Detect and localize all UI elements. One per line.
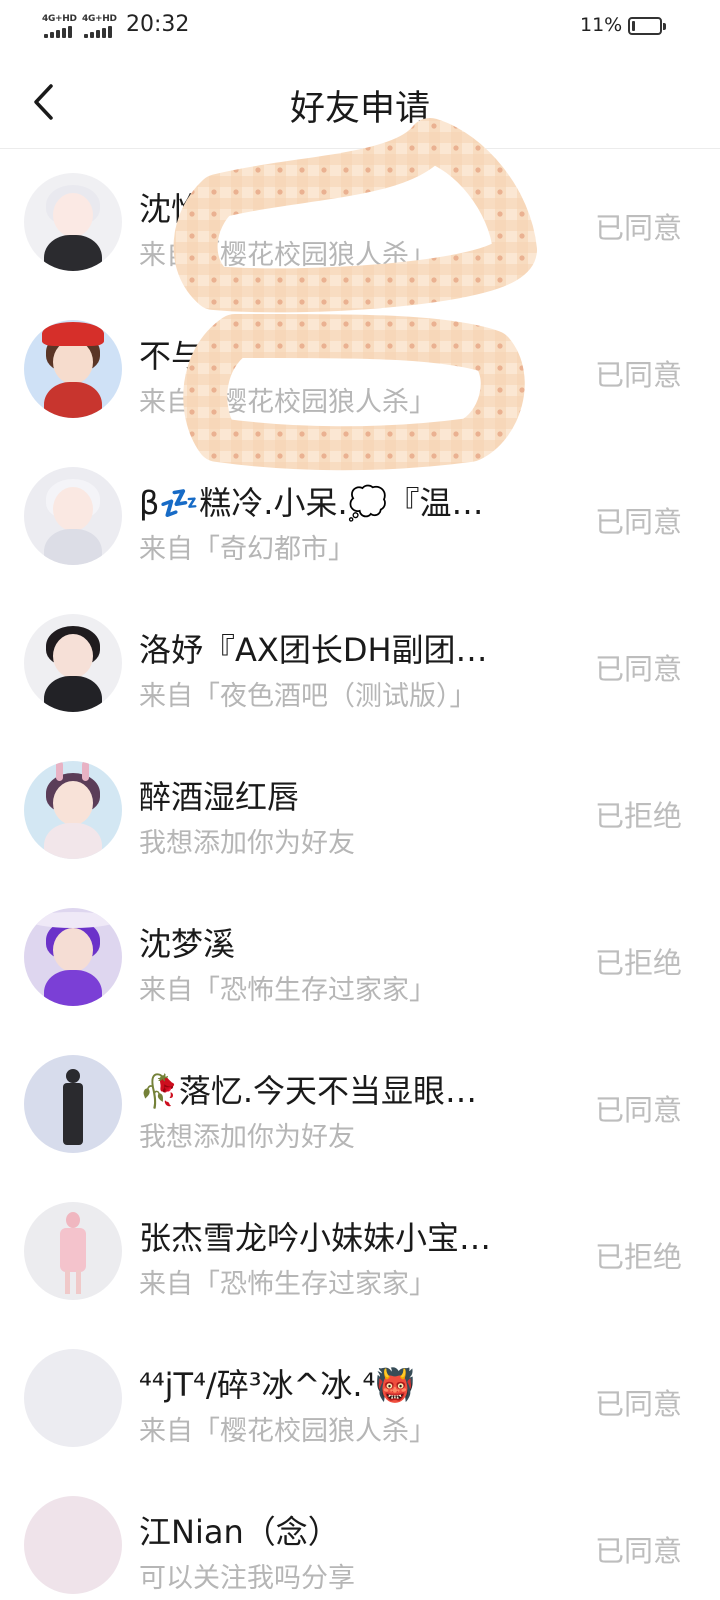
requester-name: β💤糕冷.小呆.💭『温… [139,484,484,522]
signal-strength-icon: 4G+HD [42,14,77,38]
friend-request-row[interactable]: 不与情 来自「樱花校园狼人杀」 已同意 [0,296,720,443]
battery-level [632,21,635,31]
request-source: 来自「夜色酒吧（测试版）」 [139,681,477,712]
friend-request-row[interactable]: 张杰雪龙吟小妹妹小宝… 来自「恐怖生存过家家」 已拒绝 [0,1178,720,1325]
request-status: 已同意 [594,211,682,245]
avatar[interactable] [24,467,122,565]
status-bar: 4G+HD 4G+HD 20:32 11% [0,0,720,56]
request-status: 已同意 [594,1534,682,1568]
friend-request-row[interactable]: ⁴⁴jT⁴/碎³冰^冰.⁴👹 来自「樱花校园狼人杀」 已同意 [0,1325,720,1472]
clock: 20:32 [126,12,190,37]
network-type-label: 4G+HD [42,14,77,24]
friend-request-row[interactable]: 江Nian（念） 可以关注我吗分享 已同意 [0,1472,720,1600]
request-status: 已同意 [594,1093,682,1127]
request-source: 来自「恐怖生存过家家」 [139,975,436,1006]
request-status: 已拒绝 [594,1240,682,1274]
request-source: 来自「樱花校园狼人杀」 [139,240,436,271]
page-title: 好友申请 [289,89,430,129]
requester-name: 醉酒湿红唇 [139,778,300,816]
friend-request-row[interactable]: 洛妤『AX团长DH副团… 来自「夜色酒吧（测试版）」 已同意 [0,590,720,737]
friend-request-row[interactable]: β💤糕冷.小呆.💭『温… 来自「奇幻都市」 已同意 [0,443,720,590]
requester-name: 张杰雪龙吟小妹妹小宝… [139,1219,492,1257]
battery-percentage: 11% [580,14,623,36]
request-source: 来自「奇幻都市」 [139,534,355,565]
request-source: 来自「恐怖生存过家家」 [139,1269,436,1300]
avatar[interactable] [24,1496,122,1594]
requester-name: 🥀落忆.今天不当显眼… [139,1072,478,1110]
request-status: 已同意 [594,652,682,686]
avatar[interactable] [24,320,122,418]
avatar[interactable] [24,908,122,1006]
friend-request-row[interactable]: 沈怡 来自「樱花校园狼人杀」 已同意 [0,149,720,296]
request-source: 可以关注我吗分享 [139,1563,355,1594]
requester-name: 沈怡 [139,190,204,228]
signal-strength-icon: 4G+HD [82,14,117,38]
friend-request-row[interactable]: 🥀落忆.今天不当显眼… 我想添加你为好友 已同意 [0,1031,720,1178]
battery-icon [628,17,666,35]
avatar[interactable] [24,1055,122,1153]
request-status: 已同意 [594,358,682,392]
network-type-label: 4G+HD [82,14,117,24]
requester-name: 不与情 [139,337,236,375]
friend-request-row[interactable]: 醉酒湿红唇 我想添加你为好友 已拒绝 [0,737,720,884]
requester-name: 洛妤『AX团长DH副团… [139,631,488,669]
request-source: 来自「樱花校园狼人杀」 [139,387,436,418]
request-status: 已拒绝 [594,799,682,833]
request-source: 我想添加你为好友 [139,1122,355,1153]
requester-name: 沈梦溪 [139,925,236,963]
friend-request-row[interactable]: 沈梦溪 来自「恐怖生存过家家」 已拒绝 [0,884,720,1031]
friend-requests-screen: 4G+HD 4G+HD 20:32 11% 好友申请 沈怡 来自「樱花校园狼人杀… [0,0,720,1600]
requester-name: ⁴⁴jT⁴/碎³冰^冰.⁴👹 [139,1366,416,1404]
nav-bar: 好友申请 [0,56,720,149]
requester-name: 江Nian（念） [139,1513,340,1551]
avatar[interactable] [24,761,122,859]
request-status: 已拒绝 [594,946,682,980]
avatar[interactable] [24,173,122,271]
request-source: 我想添加你为好友 [139,828,355,859]
request-status: 已同意 [594,505,682,539]
request-source: 来自「樱花校园狼人杀」 [139,1416,436,1447]
avatar[interactable] [24,1349,122,1447]
request-status: 已同意 [594,1387,682,1421]
avatar[interactable] [24,614,122,712]
avatar[interactable] [24,1202,122,1300]
